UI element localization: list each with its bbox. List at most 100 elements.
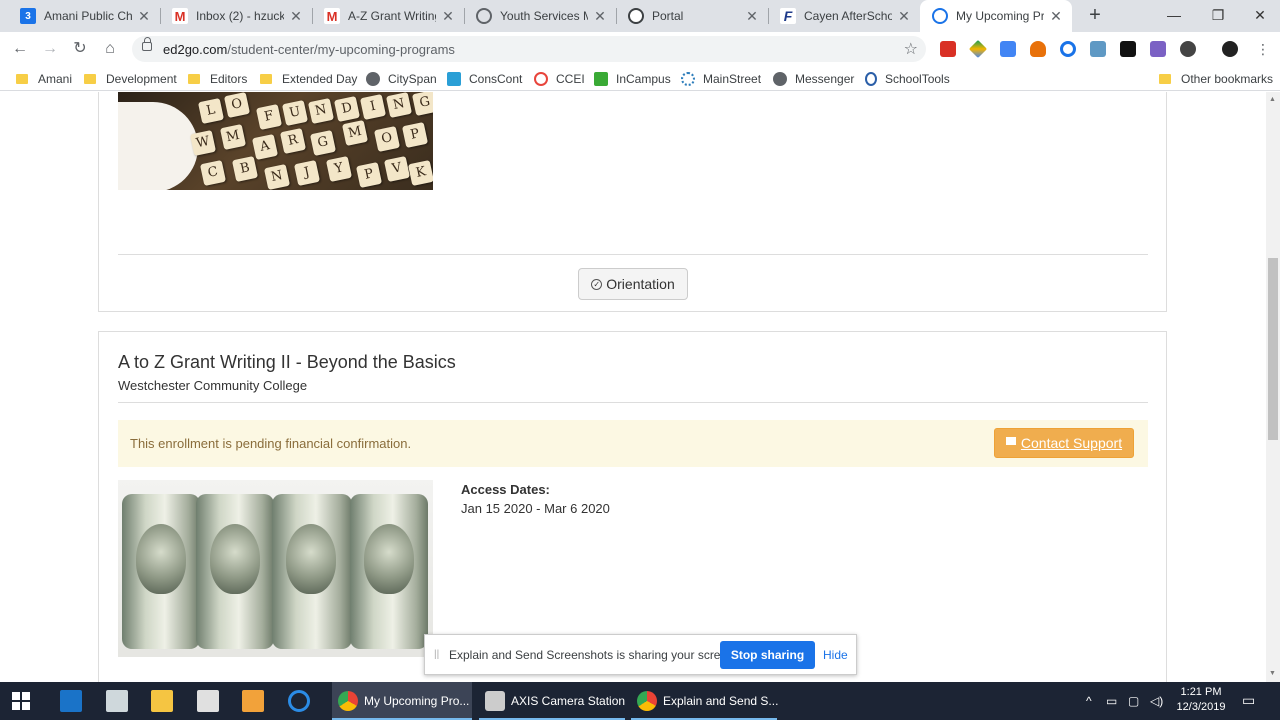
extension-icon[interactable] xyxy=(1090,41,1106,57)
media-player-icon[interactable] xyxy=(242,690,264,712)
show-hidden-icons[interactable]: ^ xyxy=(1086,694,1092,708)
extension-icon[interactable] xyxy=(1180,41,1196,57)
taskbar-app-axis[interactable]: AXIS Camera Station xyxy=(479,682,625,720)
bookmark-mainstreet[interactable]: MainStreet xyxy=(681,70,761,88)
windows-start-icon[interactable] xyxy=(12,692,30,710)
extension-icon[interactable] xyxy=(1150,41,1166,57)
incampus-icon xyxy=(594,72,608,86)
calculator-icon[interactable] xyxy=(197,690,219,712)
close-window-button[interactable]: ✕ xyxy=(1238,0,1280,32)
tray-icon[interactable]: ▭ xyxy=(1106,694,1117,708)
address-bar[interactable]: ed2go.com/student-center/my-upcoming-pro… xyxy=(132,36,926,62)
tab-my-upcoming-programs[interactable]: My Upcoming Pro ✕ xyxy=(920,0,1072,32)
close-icon[interactable]: ✕ xyxy=(288,8,304,25)
bill-roll xyxy=(196,494,274,649)
close-icon[interactable]: ✕ xyxy=(592,8,608,25)
tab-title: Cayen AfterSchool xyxy=(804,9,892,23)
windows-taskbar: My Upcoming Pro... AXIS Camera Station E… xyxy=(0,682,1280,720)
minimize-button[interactable]: — xyxy=(1152,0,1196,32)
tab-amani-public-charter[interactable]: 3 Amani Public Char ✕ xyxy=(8,0,160,32)
new-tab-button[interactable]: + xyxy=(1083,4,1107,28)
close-icon[interactable]: ✕ xyxy=(136,8,152,25)
tab-inbox[interactable]: M Inbox (2) - hzucke ✕ xyxy=(160,0,312,32)
tab-title: Inbox (2) - hzucke xyxy=(196,9,284,23)
url-text: ed2go.com/student-center/my-upcoming-pro… xyxy=(163,42,455,57)
screen-sharing-bar: || Explain and Send Screenshots is shari… xyxy=(424,634,857,675)
bookmark-cityspan[interactable]: CitySpan xyxy=(366,70,437,88)
course-title[interactable]: A to Z Grant Writing II - Beyond the Bas… xyxy=(118,352,456,373)
close-icon[interactable]: ✕ xyxy=(896,8,912,25)
letter-tile: N xyxy=(385,92,413,119)
tab-az-grant-writing[interactable]: M A-Z Grant Writing ✕ xyxy=(312,0,464,32)
tab-youth-services[interactable]: Youth Services Ma ✕ xyxy=(464,0,616,32)
bookmark-messenger[interactable]: Messenger xyxy=(773,70,854,88)
folder-icon xyxy=(84,74,96,84)
taskbar-app-explain-send[interactable]: Explain and Send S... xyxy=(631,682,778,720)
scroll-up-arrow[interactable]: ▲ xyxy=(1269,96,1276,103)
close-icon[interactable]: ✕ xyxy=(440,8,456,25)
profile-avatar[interactable] xyxy=(1222,41,1238,57)
bookmark-development[interactable]: Development xyxy=(84,70,177,88)
close-icon[interactable]: ✕ xyxy=(1048,8,1064,25)
menu-dots-icon[interactable]: ⋮ xyxy=(1252,38,1274,60)
bookmark-incampus[interactable]: InCampus xyxy=(594,70,671,88)
drag-handle-icon[interactable]: || xyxy=(434,649,439,660)
compass-icon: ✓ xyxy=(591,278,603,290)
back-button[interactable]: ← xyxy=(9,38,31,60)
scrollbar-thumb[interactable] xyxy=(1268,258,1278,440)
letter-tile: L xyxy=(197,97,225,125)
taskbar-app-chrome-upcoming[interactable]: My Upcoming Pro... xyxy=(332,682,472,720)
extension-icon[interactable] xyxy=(1060,41,1076,57)
bookmark-schooltools[interactable]: SchoolTools xyxy=(865,70,950,88)
ed2go-icon xyxy=(932,8,948,24)
stop-sharing-button[interactable]: Stop sharing xyxy=(720,641,815,669)
app-icon[interactable] xyxy=(60,690,82,712)
bookmark-other[interactable]: Other bookmarks xyxy=(1159,70,1273,88)
extension-icon[interactable] xyxy=(940,41,956,57)
letter-tile: M xyxy=(219,123,247,151)
edge-icon[interactable] xyxy=(288,690,310,712)
letter-tile: D xyxy=(333,95,361,123)
gmail-icon: M xyxy=(324,8,340,24)
access-dates-value: Jan 15 2020 - Mar 6 2020 xyxy=(461,501,610,516)
home-button[interactable]: ⌂ xyxy=(99,38,121,60)
notifications-icon[interactable]: ▭ xyxy=(1242,692,1255,709)
scroll-down-arrow[interactable]: ▼ xyxy=(1269,670,1276,677)
file-explorer-icon[interactable] xyxy=(151,690,173,712)
reload-button[interactable]: ↻ xyxy=(69,38,91,60)
extension-icon[interactable] xyxy=(1120,41,1136,57)
tab-portal[interactable]: Portal ✕ xyxy=(616,0,768,32)
app-icon[interactable] xyxy=(106,690,128,712)
letter-tile: G xyxy=(411,92,433,117)
hide-button[interactable]: Hide xyxy=(823,648,848,662)
letter-tile: K xyxy=(407,159,433,187)
bookmark-star-icon[interactable]: ☆ xyxy=(904,39,918,59)
letter-tile: N xyxy=(307,97,335,125)
drive-icon[interactable] xyxy=(968,39,988,59)
tab-cayen-afterschool[interactable]: F Cayen AfterSchool ✕ xyxy=(768,0,920,32)
letter-tile: I xyxy=(359,93,387,121)
gmail-icon: M xyxy=(172,8,188,24)
extension-icon[interactable] xyxy=(1030,41,1046,57)
lock-icon xyxy=(142,37,152,51)
system-clock[interactable]: 1:21 PM 12/3/2019 xyxy=(1176,685,1226,715)
money-rolls-image xyxy=(118,480,433,657)
bookmark-amani[interactable]: Amani xyxy=(16,70,72,88)
bookmark-editors[interactable]: Editors xyxy=(188,70,247,88)
network-icon[interactable]: ▢ xyxy=(1128,694,1139,708)
volume-icon[interactable]: ◁) xyxy=(1150,694,1163,708)
divider xyxy=(118,402,1148,403)
portal-icon xyxy=(628,8,644,24)
bookmark-extended-day[interactable]: Extended Day xyxy=(260,70,357,88)
extension-icon[interactable] xyxy=(1000,41,1016,57)
close-icon[interactable]: ✕ xyxy=(744,8,760,25)
bookmark-conscont[interactable]: ConsCont xyxy=(447,70,522,88)
forward-button[interactable]: → xyxy=(39,38,61,60)
bookmark-ccei[interactable]: CCEI xyxy=(534,70,585,88)
letter-tile: O xyxy=(373,125,401,153)
restore-button[interactable]: ❐ xyxy=(1196,0,1240,32)
contact-support-button[interactable]: Contact Support xyxy=(994,428,1134,458)
tab-title: Amani Public Char xyxy=(44,9,132,23)
portrait xyxy=(210,524,260,594)
orientation-button[interactable]: ✓ Orientation xyxy=(578,268,688,300)
